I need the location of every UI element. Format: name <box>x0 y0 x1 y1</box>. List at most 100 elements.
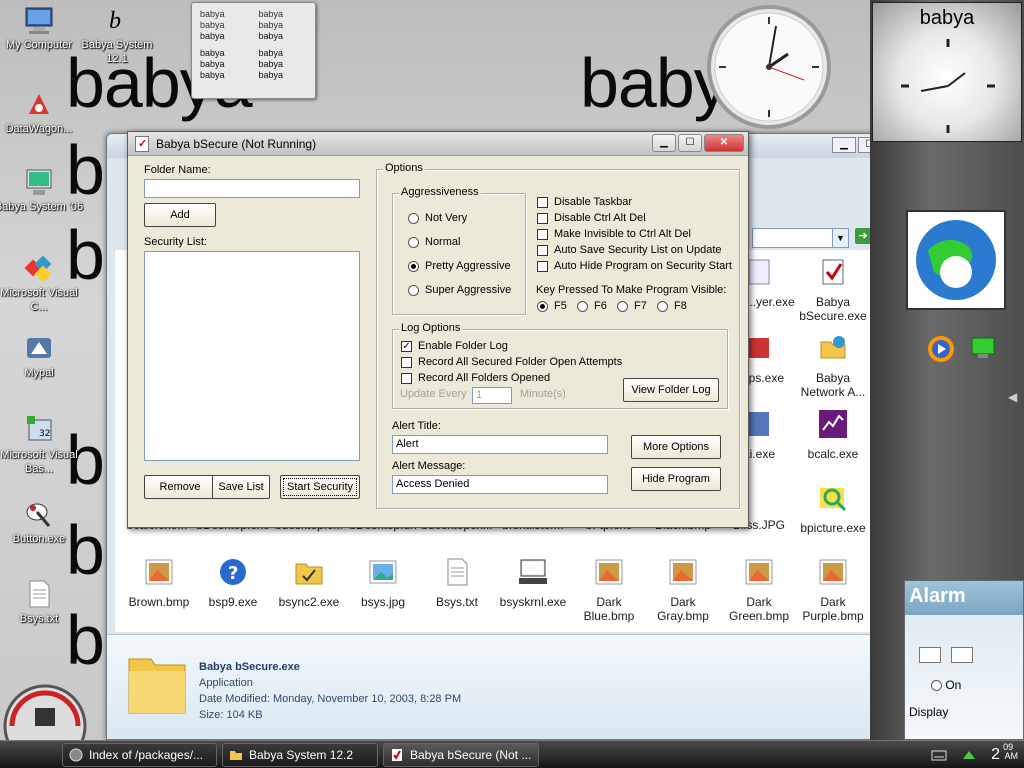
file-item-bsp9[interactable]: ? bsp9.exe <box>195 556 271 609</box>
babya-system-icon <box>26 169 52 195</box>
desktop-icon-visual-basic[interactable]: 32 Microsoft Visual Bas... <box>0 414 84 476</box>
alarm-on-option[interactable]: On <box>931 678 961 692</box>
notes-gadget[interactable]: babya babya babya babya babya babya babya ba… <box>191 2 316 99</box>
system-tray: 2 09 AM <box>931 741 1024 768</box>
visual-basic-icon: 32 <box>27 416 52 441</box>
file-item-bsync2[interactable]: bsync2.exe <box>271 556 347 609</box>
monitor-icon[interactable] <box>968 332 998 362</box>
remove-button[interactable]: Remove <box>144 475 216 499</box>
note-text: babya <box>258 59 284 69</box>
taskbar-item-browser[interactable]: Index of /packages/... <box>62 743 217 767</box>
file-item-bpicture[interactable]: bpicture.exe <box>795 482 871 535</box>
network-tray-icon[interactable] <box>961 747 977 763</box>
auto-hide-program-checkbox[interactable]: Auto Hide Program on Security Start <box>537 260 732 272</box>
more-options-button[interactable]: More Options <box>631 435 721 459</box>
desktop-icon-bsys-txt[interactable]: Bsys.txt <box>0 578 84 626</box>
details-pane: Babya bSecure.exe Application Date Modif… <box>107 634 912 739</box>
close-button[interactable]: ✕ <box>704 134 744 152</box>
alarm-hour-field[interactable] <box>919 647 941 663</box>
file-item-brown[interactable]: Brown.bmp <box>121 556 197 609</box>
file-item-network[interactable]: Babya Network A... <box>795 332 871 399</box>
file-item-bcalc[interactable]: bcalc.exe <box>795 408 871 461</box>
update-every-label: Update Every <box>400 388 467 400</box>
network-icon <box>820 336 846 359</box>
aggressiveness-option-pretty-aggressive[interactable]: Pretty Aggressive <box>408 260 511 272</box>
record-all-folders-checkbox[interactable]: Record All Folders Opened <box>401 372 550 384</box>
note-text: babya <box>200 31 225 41</box>
taskbar-item-bsecure[interactable]: Babya bSecure (Not ... <box>383 743 539 767</box>
sidebar-scroll-arrow-icon[interactable]: ◀ <box>1008 390 1017 404</box>
desktop-icon-babya-121[interactable]: b Babya System 12.1 <box>72 4 162 66</box>
aggressiveness-option-not-very[interactable]: Not Very <box>408 212 467 224</box>
computer-icon <box>25 7 53 34</box>
alert-title-input[interactable]: Alert <box>392 435 608 454</box>
enable-folder-log-checkbox[interactable]: ✓ Enable Folder Log <box>401 340 508 352</box>
alert-message-input[interactable]: Access Denied <box>392 475 608 494</box>
aggressiveness-option-super-aggressive[interactable]: Super Aggressive <box>408 284 511 296</box>
invisible-ctrl-alt-del-checkbox[interactable]: Make Invisible to Ctrl Alt Del <box>537 228 691 240</box>
dialog-titlebar[interactable]: Babya bSecure (Not Running) ▁ ☐ ✕ <box>128 132 748 156</box>
auto-save-list-checkbox[interactable]: Auto Save Security List on Update <box>537 244 722 256</box>
radio-button-selected[interactable] <box>408 260 419 272</box>
svg-text:32: 32 <box>39 429 50 439</box>
radio-button[interactable] <box>408 284 419 296</box>
minimize-button[interactable]: ▁ <box>832 137 856 153</box>
file-item-dark-gray[interactable]: Dark Gray.bmp <box>645 556 721 623</box>
media-player-icon[interactable] <box>926 334 956 364</box>
taskbar: Index of /packages/... Babya System 12.2… <box>0 740 1024 768</box>
desktop-icon-button-exe[interactable]: Button.exe <box>0 498 84 546</box>
start-security-button[interactable]: Start Security <box>280 475 360 499</box>
minimize-button[interactable]: ▁ <box>652 134 676 152</box>
datawagon-icon <box>29 94 49 114</box>
details-file-type: Application <box>199 677 253 689</box>
alarm-gadget[interactable]: Alarm On Display <box>904 580 1024 740</box>
bsecure-icon <box>822 259 844 285</box>
alarm-minute-field[interactable] <box>951 647 973 663</box>
text-file-icon <box>447 558 468 586</box>
hide-program-button[interactable]: Hide Program <box>631 467 721 491</box>
aggressiveness-option-normal[interactable]: Normal <box>408 236 460 248</box>
disable-ctrl-alt-del-checkbox[interactable]: Disable Ctrl Alt Del <box>537 212 646 224</box>
file-item-dark-green[interactable]: Dark Green.bmp <box>721 556 797 623</box>
update-every-input[interactable]: 1 <box>472 387 512 404</box>
button-exe-icon <box>26 503 51 527</box>
key-option-f7[interactable]: F7 <box>617 300 647 312</box>
file-item-dark-purple[interactable]: Dark Purple.bmp <box>795 556 871 623</box>
sidebar-clock-title: babya <box>919 7 975 29</box>
key-option-f6[interactable]: F6 <box>577 300 607 312</box>
keyboard-icon[interactable] <box>931 748 947 762</box>
desktop-icon-datawagon[interactable]: DataWagon... <box>0 88 84 136</box>
add-button[interactable]: Add <box>144 203 216 227</box>
babya-logo-icon: b <box>109 8 121 34</box>
file-item-bsyskrnl[interactable]: bsyskrnl.exe <box>495 556 571 609</box>
key-option-f5[interactable]: F5 <box>537 300 567 312</box>
file-item-bsecure[interactable]: Babya bSecure.exe <box>795 256 871 323</box>
file-item-bsys-txt[interactable]: Bsys.txt <box>419 556 495 609</box>
save-list-button[interactable]: Save List <box>212 475 270 499</box>
security-list[interactable] <box>144 251 360 461</box>
taskbar-clock[interactable]: 2 09 AM <box>991 742 1018 764</box>
desktop-icon-babya-06[interactable]: Babya System '06 <box>0 166 84 214</box>
radio-button[interactable] <box>408 212 419 224</box>
details-file-name: Babya bSecure.exe <box>199 661 300 673</box>
view-folder-log-button[interactable]: View Folder Log <box>623 378 719 402</box>
address-dropdown-button[interactable]: ▼ <box>832 228 849 248</box>
bsecure-dialog[interactable]: Babya bSecure (Not Running) ▁ ☐ ✕ Folder… <box>127 131 749 528</box>
key-option-f8[interactable]: F8 <box>657 300 687 312</box>
folder-name-input[interactable] <box>144 179 360 198</box>
dialog-title: Babya bSecure (Not Running) <box>156 136 317 151</box>
details-size: Size: 104 KB <box>199 709 263 721</box>
desktop-icon-visual-c[interactable]: Microsoft Visual C... <box>0 252 84 314</box>
file-item-bsys-jpg[interactable]: bsys.jpg <box>345 556 421 609</box>
desktop-icon-mypal[interactable]: Mypal <box>0 332 84 380</box>
bpicture-icon <box>820 488 847 512</box>
disable-taskbar-checkbox[interactable]: Disable Taskbar <box>537 196 632 208</box>
record-secured-attempts-checkbox[interactable]: Record All Secured Folder Open Attempts <box>401 356 622 368</box>
alarm-on-radio[interactable] <box>931 680 942 692</box>
maximize-button[interactable]: ☐ <box>678 134 702 152</box>
bmp-icon <box>595 559 623 585</box>
radio-button[interactable] <box>408 236 419 248</box>
taskbar-item-babya-system[interactable]: Babya System 12.2 <box>222 743 378 767</box>
file-item-dark-blue[interactable]: Dark Blue.bmp <box>571 556 647 623</box>
key-pressed-label: Key Pressed To Make Program Visible: <box>536 284 727 296</box>
